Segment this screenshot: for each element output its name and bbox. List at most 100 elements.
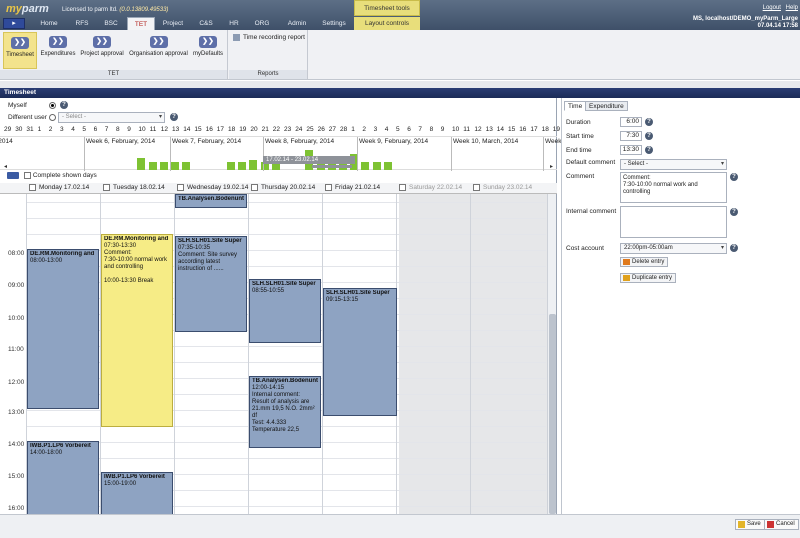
event-block[interactable]: SLH.SLH01.Site Super 09:15-13:15 <box>323 288 397 416</box>
week-label: Week 6, February, 2014 <box>86 138 156 145</box>
tab-settings[interactable]: Settings <box>314 17 354 30</box>
vscroll-thumb[interactable] <box>549 314 556 514</box>
col-header-saturday[interactable]: Saturday 22.02.14 <box>399 184 462 191</box>
help-icon[interactable]: ? <box>645 146 653 154</box>
day-number: 14 <box>183 126 191 133</box>
tab-expenditure[interactable]: Expenditure <box>585 101 628 111</box>
cost-account-select[interactable]: 22:00pm-05:00am <box>620 243 727 254</box>
tab-home[interactable]: Home <box>30 17 68 30</box>
event-block[interactable]: DE.RM.Monitoring and 08:00-13:00 <box>27 249 99 409</box>
col-header-wednesday[interactable]: Wednesday 19.02.14 <box>177 184 248 191</box>
different-user-option[interactable]: Different user <box>8 114 47 121</box>
comment-label: Comment <box>566 173 595 180</box>
cancel-button[interactable]: Cancel <box>764 519 799 530</box>
default-comment-select[interactable]: - Select - <box>620 159 727 170</box>
comment-textarea[interactable]: Comment: 7:30-10:00 normal work and contro… <box>620 172 727 203</box>
col-header-sunday[interactable]: Sunday 23.02.14 <box>473 184 532 191</box>
day-number: 9 <box>127 126 131 133</box>
day-checkbox[interactable] <box>177 184 184 191</box>
day-checkbox[interactable] <box>325 184 332 191</box>
project-approval-button[interactable]: ❯❯ Project approval <box>78 32 126 69</box>
event-block[interactable]: TB.Analysen.Bodenunt <box>175 194 247 208</box>
day-number: 28 <box>340 126 348 133</box>
myself-option[interactable]: Myself <box>8 102 27 109</box>
help-icon[interactable]: ? <box>730 244 738 252</box>
help-link[interactable]: Help <box>786 5 798 11</box>
day-checkbox[interactable] <box>473 184 480 191</box>
help-icon[interactable]: ? <box>645 132 653 140</box>
myself-radio[interactable] <box>49 102 56 109</box>
timesheet-label: Timesheet <box>6 52 34 58</box>
mydefaults-button[interactable]: ❯❯ myDefaults <box>191 32 225 69</box>
event-block-selected[interactable]: DE.RM.Monitoring and 07:30-13:30 Comment: 7… <box>101 234 173 427</box>
day-number: 5 <box>82 126 87 133</box>
tab-tet[interactable]: TET <box>127 17 155 30</box>
calendar-grid[interactable]: 08:00 09:00 10:00 11:00 12:00 13:00 14:0… <box>0 194 557 524</box>
day-checkbox[interactable] <box>399 184 406 191</box>
day-number: 2 <box>48 126 53 133</box>
event-block[interactable]: TB.Analysen.Bodenunt 12:00-14:15 Internal … <box>249 376 321 448</box>
calendar-toggle-icon[interactable] <box>7 172 19 179</box>
organisation-approval-button[interactable]: ❯❯ Organisation approval <box>127 32 190 69</box>
day-number: 12 <box>474 126 482 133</box>
event-block[interactable]: SLH.SLH01.Site Super 08:55-10:55 <box>249 279 321 343</box>
help-icon[interactable]: ? <box>730 208 738 216</box>
event-block[interactable]: IWB.P1.LP6 Vorbereit 14:00-18:00 <box>27 441 99 524</box>
tab-rfs[interactable]: RFS <box>68 17 96 30</box>
tab-cs[interactable]: C&S <box>191 17 221 30</box>
tab-time[interactable]: Time <box>564 101 587 111</box>
day-number: 20 <box>250 126 258 133</box>
tab-org[interactable]: ORG <box>246 17 278 30</box>
calendar-vscrollbar[interactable] <box>547 194 556 524</box>
internal-comment-textarea[interactable] <box>620 206 727 238</box>
week-label: Week 7, February, 2014 <box>172 138 242 145</box>
duration-label: Duration <box>566 119 591 126</box>
end-time-field[interactable]: 13:30 <box>620 145 642 155</box>
duration-field[interactable]: 6:00 <box>620 117 642 127</box>
tab-admin[interactable]: Admin <box>280 17 314 30</box>
calendar-header: Monday 17.02.14 Tuesday 18.02.14 Wednesd… <box>0 183 557 194</box>
col-header-thursday[interactable]: Thursday 20.02.14 <box>251 184 315 191</box>
day-number: 19 <box>239 126 247 133</box>
day-checkbox[interactable] <box>251 184 258 191</box>
user-info: MS, localhost/DEMO_myParm_Large 07.04.14… <box>693 16 798 29</box>
myself-label: Myself <box>8 102 27 109</box>
complete-days-checkbox[interactable] <box>24 172 31 179</box>
col-header-monday[interactable]: Monday 17.02.14 <box>29 184 89 191</box>
week-label: Week 10, March, 2014 <box>453 138 519 145</box>
expenditures-button[interactable]: ❯❯ Expenditures <box>39 32 77 69</box>
day-number: 15 <box>194 126 202 133</box>
timesheet-button[interactable]: ❯❯ Timesheet <box>3 32 37 69</box>
scroll-left-icon[interactable]: ◂ <box>4 163 7 170</box>
col-header-friday[interactable]: Friday 21.02.14 <box>325 184 380 191</box>
timeline-scroll-thumb[interactable] <box>312 165 352 168</box>
grid-line <box>26 458 546 459</box>
time-recording-report-button[interactable]: Time recording report <box>233 34 305 41</box>
col-header-tuesday[interactable]: Tuesday 18.02.14 <box>103 184 165 191</box>
help-icon[interactable]: ? <box>645 118 653 126</box>
tab-bsc[interactable]: BSC <box>96 17 126 30</box>
tab-hr[interactable]: HR <box>222 17 246 30</box>
user-select[interactable]: - Select - <box>58 112 165 123</box>
logout-link[interactable]: Logout <box>763 5 781 11</box>
day-checkbox[interactable] <box>103 184 110 191</box>
scroll-right-icon[interactable]: ▸ <box>550 163 553 170</box>
event-block[interactable]: SLH.SLH01.Site Super 07:35-10:35 Comment: … <box>175 236 247 332</box>
save-button[interactable]: Save <box>735 519 765 530</box>
tab-project[interactable]: Project <box>155 17 191 30</box>
project-approval-icon: ❯❯ <box>93 36 111 48</box>
different-user-radio[interactable] <box>49 114 56 121</box>
help-icon[interactable]: ? <box>60 101 68 109</box>
day-number: 29 <box>4 126 12 133</box>
day-checkbox[interactable] <box>29 184 36 191</box>
day-number: 17 <box>216 126 225 133</box>
complete-days-option[interactable]: Complete shown days <box>24 172 97 179</box>
help-icon[interactable]: ? <box>170 113 178 121</box>
duplicate-entry-button[interactable]: Duplicate entry <box>620 273 677 283</box>
start-time-field[interactable]: 7:30 <box>620 131 642 141</box>
day-number: 12 <box>160 126 169 133</box>
tab-layout-controls[interactable]: Layout controls <box>354 17 420 30</box>
timeline-scrollbar[interactable]: ◂ ▸ <box>0 163 557 170</box>
delete-entry-button[interactable]: Delete entry <box>620 257 669 267</box>
help-icon[interactable]: ? <box>730 173 738 181</box>
